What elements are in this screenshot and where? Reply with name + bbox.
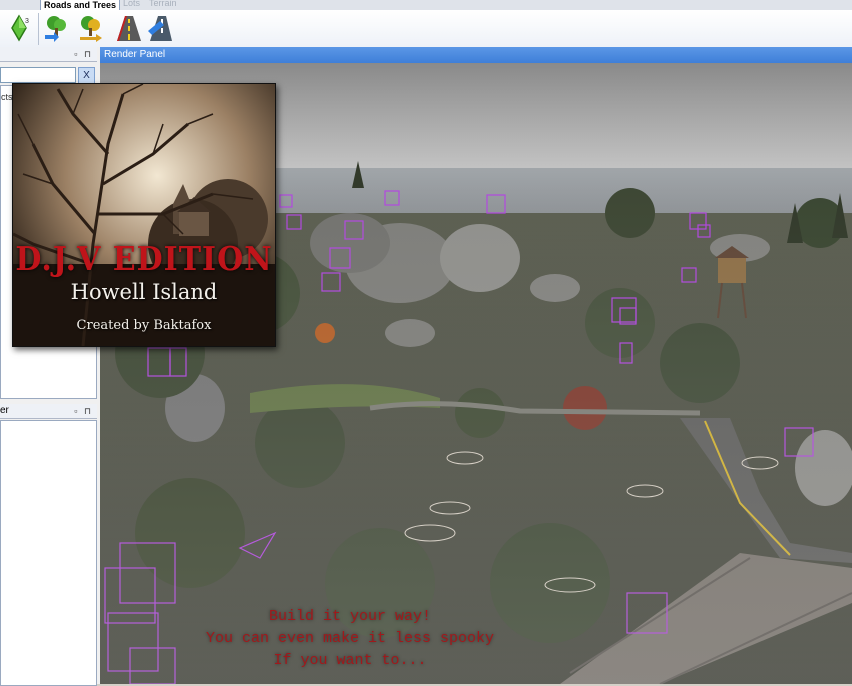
tree-add-icon[interactable] [42, 13, 72, 43]
poster-edition-title: D.J.V EDITION [15, 240, 273, 279]
toolbar: 3 [0, 10, 852, 48]
caption-line-1: Build it your way! [268, 608, 432, 625]
caption-line-2: You can even make it less spooky [205, 630, 495, 647]
svg-text:3: 3 [25, 18, 29, 25]
sims-plumbob-icon[interactable]: 3 [4, 13, 34, 43]
render-panel-title: Render Panel [104, 49, 166, 60]
panel-pin-icon[interactable]: ▫ ⊓ [74, 47, 93, 61]
lower-panel-body [0, 420, 97, 686]
poster-credit: Created by Baktafox [76, 318, 212, 333]
lower-panel-header: er ▫ ⊓ [0, 404, 97, 419]
poster-title: Howell Island [70, 280, 218, 304]
search-input[interactable] [0, 67, 76, 83]
road-edit-icon[interactable] [146, 13, 176, 43]
lower-panel-title: er [0, 405, 9, 416]
render-panel-header: Render Panel [100, 47, 852, 63]
howell-island-poster: D.J.V EDITION Howell Island Created by B… [12, 83, 276, 347]
subtab-fragment[interactable]: cts [1, 92, 13, 102]
caption-line-3: If you want to... [273, 652, 427, 669]
road-icon[interactable] [114, 13, 144, 43]
tab-lots[interactable]: Lots [120, 0, 143, 9]
lower-panel-pin-icon[interactable]: ▫ ⊓ [74, 404, 93, 418]
poster-artwork [13, 84, 275, 346]
left-panel-header: ▫ ⊓ [0, 47, 97, 62]
toolbar-separator [38, 13, 39, 45]
tree-swap-icon[interactable] [76, 13, 106, 43]
tab-terrain[interactable]: Terrain [146, 0, 180, 9]
